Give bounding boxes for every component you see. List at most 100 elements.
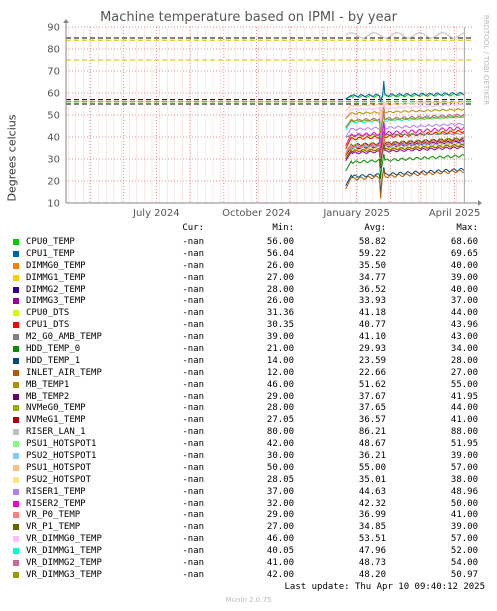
footer-version: Munin 2.0.75 xyxy=(225,596,272,604)
legend-avg-value: 34.85 xyxy=(358,522,386,533)
legend-avg-value: 22.66 xyxy=(358,367,386,378)
legend-series-name: CPU0_TEMP xyxy=(26,237,75,247)
legend-row: VR_DIMMG2_TEMP -nan 41.00 48.73 54.00 xyxy=(10,557,490,569)
y-tick-label: 20 xyxy=(47,177,60,188)
legend-avg-value: 47.96 xyxy=(358,546,386,557)
legend-min-value: 37.00 xyxy=(266,486,294,497)
legend-min-value: 56.04 xyxy=(266,248,294,259)
legend-min-value: 21.00 xyxy=(266,344,294,355)
legend-cur-value: -nan xyxy=(182,498,204,509)
legend-avg-value: 48.67 xyxy=(358,439,386,450)
legend-series-name: M2_G0_AMB_TEMP xyxy=(26,332,102,343)
legend-min-value: 29.00 xyxy=(266,391,294,402)
legend-row: DIMMG1_TEMP -nan 27.00 34.77 39.00 xyxy=(10,272,490,284)
legend-max-value: 88.00 xyxy=(450,427,478,438)
legend-row: HDD_TEMP_1 -nan 14.00 23.59 28.00 xyxy=(10,355,490,367)
legend-max-value: 43.96 xyxy=(450,320,478,331)
legend-avg-value: 55.00 xyxy=(358,462,386,473)
legend-cur-value: -nan xyxy=(182,451,204,462)
legend-cur-value: -nan xyxy=(182,248,204,259)
legend-series-name: INLET_AIR_TEMP xyxy=(26,367,102,378)
legend-avg-value: 37.67 xyxy=(358,391,386,402)
legend-max-value: 54.00 xyxy=(450,558,478,569)
legend-row: INLET_AIR_TEMP -nan 12.00 22.66 27.00 xyxy=(10,367,490,379)
legend-avg-value: 36.21 xyxy=(358,451,386,462)
legend-swatch xyxy=(13,393,19,400)
legend-max-value: 68.60 xyxy=(450,237,478,247)
legend-min-value: 26.00 xyxy=(266,260,294,271)
legend-avg-value: 29.93 xyxy=(358,344,386,355)
legend-max-value: 48.96 xyxy=(450,486,478,497)
legend-row: RISER1_TEMP -nan 37.00 44.63 48.96 xyxy=(10,486,490,498)
y-tick-label: 70 xyxy=(47,67,60,78)
legend-series-name: DIMMG1_TEMP xyxy=(26,272,86,283)
legend-min-value: 12.00 xyxy=(266,367,294,378)
legend-cur-value: -nan xyxy=(182,379,204,390)
legend-series-name: PSU1_HOTSPOT1 xyxy=(26,439,97,450)
legend-series-name: PSU2_HOTSPOT1 xyxy=(26,451,97,462)
legend-swatch xyxy=(13,441,19,448)
legend-swatch xyxy=(13,262,19,269)
legend-cur-value: -nan xyxy=(182,486,204,497)
legend-swatch xyxy=(13,334,19,341)
legend-series-name: RISER_LAN_1 xyxy=(26,427,86,438)
legend-avg-value: 23.59 xyxy=(358,355,386,366)
legend-max-value: 41.00 xyxy=(450,415,478,426)
legend-min-value: 27.00 xyxy=(266,272,294,283)
x-axis-arrow xyxy=(478,200,482,206)
legend-avg-value: 35.50 xyxy=(358,260,386,271)
legend-max-value: 57.00 xyxy=(450,534,478,545)
legend-avg-value: 36.57 xyxy=(358,415,386,426)
legend-cur-value: -nan xyxy=(182,415,204,426)
legend-avg-value: 53.51 xyxy=(358,534,386,545)
legend-cur-value: -nan xyxy=(182,439,204,450)
legend-avg-value: 41.10 xyxy=(358,332,386,343)
legend-row: PSU2_HOTSPOT1 -nan 30.00 36.21 39.00 xyxy=(10,450,490,462)
legend-min-value: 40.05 xyxy=(266,546,294,557)
legend-row: RISER_LAN_1 -nan 80.00 86.21 88.00 xyxy=(10,426,490,438)
legend-row: NVMeG0_TEMP -nan 28.00 37.65 44.00 xyxy=(10,402,490,414)
legend-series-name: NVMeG1_TEMP xyxy=(26,415,86,426)
legend-header-min: Min: xyxy=(272,223,294,233)
legend-row: CPU0_TEMP -nan 56.00 58.82 68.60 xyxy=(10,236,490,248)
legend-row: HDD_TEMP_0 -nan 21.00 29.93 34.00 xyxy=(10,343,490,355)
legend-series-name: VR_P0_TEMP xyxy=(26,510,81,521)
legend-row: NVMeG1_TEMP -nan 27.05 36.57 41.00 xyxy=(10,414,490,426)
x-tick-label: January 2025 xyxy=(322,208,390,219)
legend-row: DIMMG0_TEMP -nan 26.00 35.50 40.00 xyxy=(10,260,490,272)
legend-cur-value: -nan xyxy=(182,391,204,402)
legend-swatch xyxy=(13,453,19,460)
legend-min-value: 80.00 xyxy=(266,427,294,438)
legend-swatch xyxy=(13,239,19,245)
legend-swatch xyxy=(13,346,19,353)
y-tick-label: 40 xyxy=(47,133,60,144)
legend-avg-value: 36.52 xyxy=(358,284,386,295)
legend-avg-value: 58.82 xyxy=(358,237,386,247)
legend-max-value: 44.00 xyxy=(450,403,478,414)
legend-cur-value: -nan xyxy=(182,308,204,319)
legend-series-name: VR_DIMMG0_TEMP xyxy=(26,534,102,545)
legend-row: VR_P0_TEMP -nan 29.00 36.99 41.00 xyxy=(10,509,490,521)
legend-min-value: 26.00 xyxy=(266,296,294,307)
y-tick-label: 50 xyxy=(47,111,60,122)
legend-cur-value: -nan xyxy=(182,272,204,283)
legend-min-value: 42.00 xyxy=(266,439,294,450)
legend-max-value: 37.00 xyxy=(450,296,478,307)
legend-cur-value: -nan xyxy=(182,355,204,366)
legend-avg-value: 48.20 xyxy=(358,569,386,580)
legend-min-value: 41.00 xyxy=(266,558,294,569)
legend-cur-value: -nan xyxy=(182,569,204,580)
legend-avg-value: 36.99 xyxy=(358,510,386,521)
legend-cur-value: -nan xyxy=(182,403,204,414)
legend-max-value: 50.00 xyxy=(450,498,478,509)
legend-max-value: 28.00 xyxy=(450,355,478,366)
legend-swatch xyxy=(13,464,19,471)
y-tick-label: 60 xyxy=(47,89,60,100)
legend-swatch xyxy=(13,357,19,364)
legend-row: M2_G0_AMB_TEMP -nan 39.00 41.10 43.00 xyxy=(10,331,490,343)
legend-max-value: 40.00 xyxy=(450,260,478,271)
legend-row: MB_TEMP1 -nan 46.00 51.62 55.00 xyxy=(10,379,490,391)
legend-swatch xyxy=(13,369,19,376)
legend-max-value: 38.00 xyxy=(450,474,478,485)
legend-max-value: 52.00 xyxy=(450,546,478,557)
